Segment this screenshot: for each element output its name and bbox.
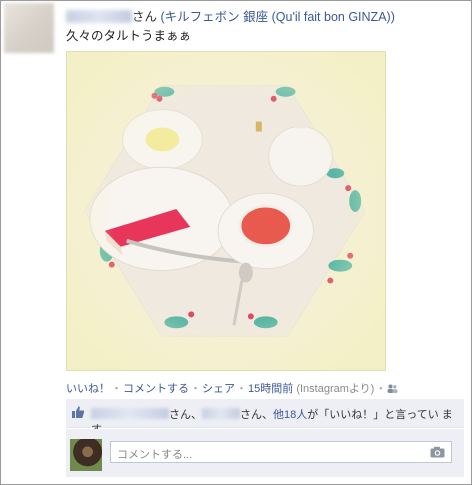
liker-name-redacted[interactable] [91,408,169,419]
separator-dot: ・ [190,383,201,395]
poster-name-redacted[interactable] [66,10,132,23]
tart-and-tea-photo [67,52,385,370]
poster-suffix: さん [132,10,158,24]
comment-placeholder: コメントする... [117,449,193,461]
liker-name-redacted[interactable] [202,408,240,419]
likes-text: さん、 さん、他18人が「いいね！」と言ってい ま [91,406,453,422]
like-action[interactable]: いいね！ [66,383,110,395]
likes-summary: さん、さん、他18人が「いいね！」と言ってい ま す。 [66,399,464,436]
others-count-link[interactable]: 他18人 [273,409,307,421]
separator-dot: ・ [111,383,122,395]
post-text: 久々のタルトうまぁぁ [66,29,192,43]
post-header: さん (キルフェボン 銀座 (Qu'il fait bon GINZA)) [66,6,395,25]
post-actions: いいね！・コメントする・シェア・15時間前 (Instagramより)・ [66,380,398,396]
commenter-avatar[interactable] [70,439,102,471]
likes-mid-2: さん、 [240,409,273,421]
separator-dot: ・ [375,383,387,395]
thumbs-up-icon [72,406,85,418]
post-photo[interactable] [66,51,386,371]
timestamp-link[interactable]: 15時間前 [248,383,293,395]
poster-avatar[interactable] [4,3,54,53]
comment-action[interactable]: コメントする [123,383,189,395]
comment-composer: コメントする... [66,429,464,477]
separator-dot: ・ [236,383,247,395]
location-link[interactable]: (キルフェボン 銀座 (Qu'il fait bon GINZA)) [161,10,395,24]
share-action[interactable]: シェア [202,383,235,395]
camera-icon[interactable] [430,446,445,458]
likes-tail: が「いいね！」と言ってい ま [307,409,453,421]
friends-icon[interactable] [387,384,398,393]
comment-input[interactable]: コメントする... [110,441,452,463]
via-app: (Instagramより) [296,383,375,395]
likes-mid-1: さん、 [169,409,202,421]
